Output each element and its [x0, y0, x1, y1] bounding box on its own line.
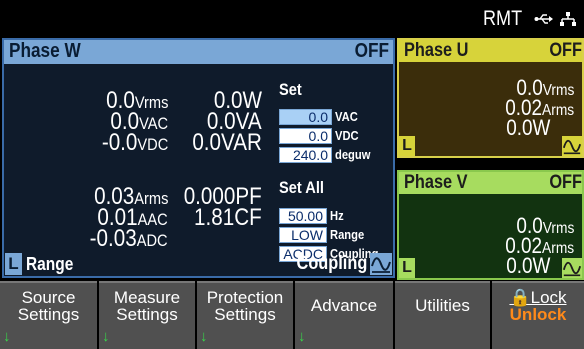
set-range-field[interactable]: LOW — [279, 226, 327, 243]
set-phase-angle-field[interactable]: 240.0 — [279, 146, 332, 163]
phase-u-output-state: OFF — [549, 40, 582, 61]
set-vac-row[interactable]: 0.0 VAC — [279, 108, 361, 125]
remote-label: RMT — [482, 7, 522, 30]
status-bar: RMT — [0, 0, 584, 36]
ac-wave-icon — [370, 253, 392, 275]
set-vac-unit: VAC — [335, 109, 358, 124]
utilities-button[interactable]: Utilities — [395, 281, 490, 349]
phase-w-title: Phase W — [9, 40, 81, 62]
submenu-arrow-icon: ↓ — [298, 328, 306, 345]
protection-settings-button[interactable]: Protection Settings ↓ — [197, 281, 293, 349]
phase-v-header: Phase V OFF — [399, 172, 582, 194]
set-range-row[interactable]: LOW Range — [279, 226, 370, 243]
phase-w-header: Phase W OFF — [4, 40, 393, 64]
source-settings-button[interactable]: Source Settings ↓ — [0, 281, 97, 349]
advance-label: Advance — [310, 296, 378, 315]
set-all-label: Set All — [279, 178, 324, 197]
set-frequency-unit: Hz — [330, 208, 344, 223]
submenu-arrow-icon: ↓ — [3, 328, 11, 345]
lock-unlock-label: 🔒Lock Unlock — [509, 288, 567, 324]
phase-u-header: Phase U OFF — [399, 40, 582, 62]
set-vdc-field[interactable]: 0.0 — [279, 127, 332, 144]
measure-settings-button[interactable]: Measure Settings ↓ — [99, 281, 195, 349]
set-vdc-row[interactable]: 0.0 VDC — [279, 127, 362, 144]
current-dc: -0.03ADC — [90, 225, 168, 252]
usb-icon — [534, 14, 553, 24]
submenu-arrow-icon: ↓ — [102, 328, 110, 345]
voltage-dc: -0.0VDC — [101, 129, 168, 156]
set-phase-angle-unit: deguw — [335, 147, 371, 162]
network-icon — [560, 12, 576, 26]
phase-w-footer: L Range Coupling — [4, 253, 393, 276]
phase-u-power: 0.0W — [505, 115, 550, 140]
phase-v-output-state: OFF — [549, 172, 582, 193]
crest-factor: 1.81CF — [194, 204, 262, 231]
set-range-unit: Range — [330, 227, 365, 242]
phase-v-panel[interactable]: Phase V OFF 0.0Vrms 0.02Arms 0.0W L — [397, 170, 584, 280]
phase-v-title: Phase V — [404, 172, 468, 193]
phase-v-power: 0.0W — [505, 253, 550, 278]
phase-w-panel[interactable]: Phase W OFF 0.0Vrms 0.0VAC -0.0VDC 0.0W … — [2, 38, 395, 278]
coupling-indicator: Coupling — [296, 253, 367, 274]
submenu-arrow-icon: ↓ — [200, 328, 208, 345]
set-frequency-field[interactable]: 50.00 — [279, 207, 327, 224]
remote-indicator: RMT — [482, 7, 576, 31]
local-badge: L — [5, 253, 22, 275]
phase-v-local-badge: L — [399, 258, 415, 278]
power-reactive: 0.0VAR — [192, 129, 262, 156]
phase-w-output-state: OFF — [354, 40, 389, 62]
utilities-label: Utilities — [415, 296, 470, 315]
phase-u-title: Phase U — [404, 40, 469, 61]
set-label: Set — [279, 80, 302, 99]
softkey-bar: Source Settings ↓ Measure Settings ↓ Prote… — [0, 281, 584, 349]
set-frequency-row[interactable]: 50.00 Hz — [279, 207, 346, 224]
measure-settings-label: Measure Settings — [113, 288, 181, 324]
range-indicator: Range — [26, 254, 74, 274]
set-vac-field[interactable]: 0.0 — [279, 108, 332, 125]
protection-settings-label: Protection Settings — [206, 288, 284, 324]
lock-unlock-button[interactable]: 🔒Lock Unlock — [492, 281, 584, 349]
source-settings-label: Source Settings — [17, 288, 80, 324]
set-phase-angle-row[interactable]: 240.0 deguw — [279, 146, 376, 163]
phase-u-local-badge: L — [399, 136, 415, 156]
advance-button[interactable]: Advance ↓ — [295, 281, 393, 349]
phase-u-panel[interactable]: Phase U OFF 0.0Vrms 0.02Arms 0.0W L — [397, 38, 584, 158]
phase-v-ac-wave-icon — [562, 258, 582, 278]
phase-u-ac-wave-icon — [562, 136, 582, 156]
set-vdc-unit: VDC — [335, 128, 359, 143]
